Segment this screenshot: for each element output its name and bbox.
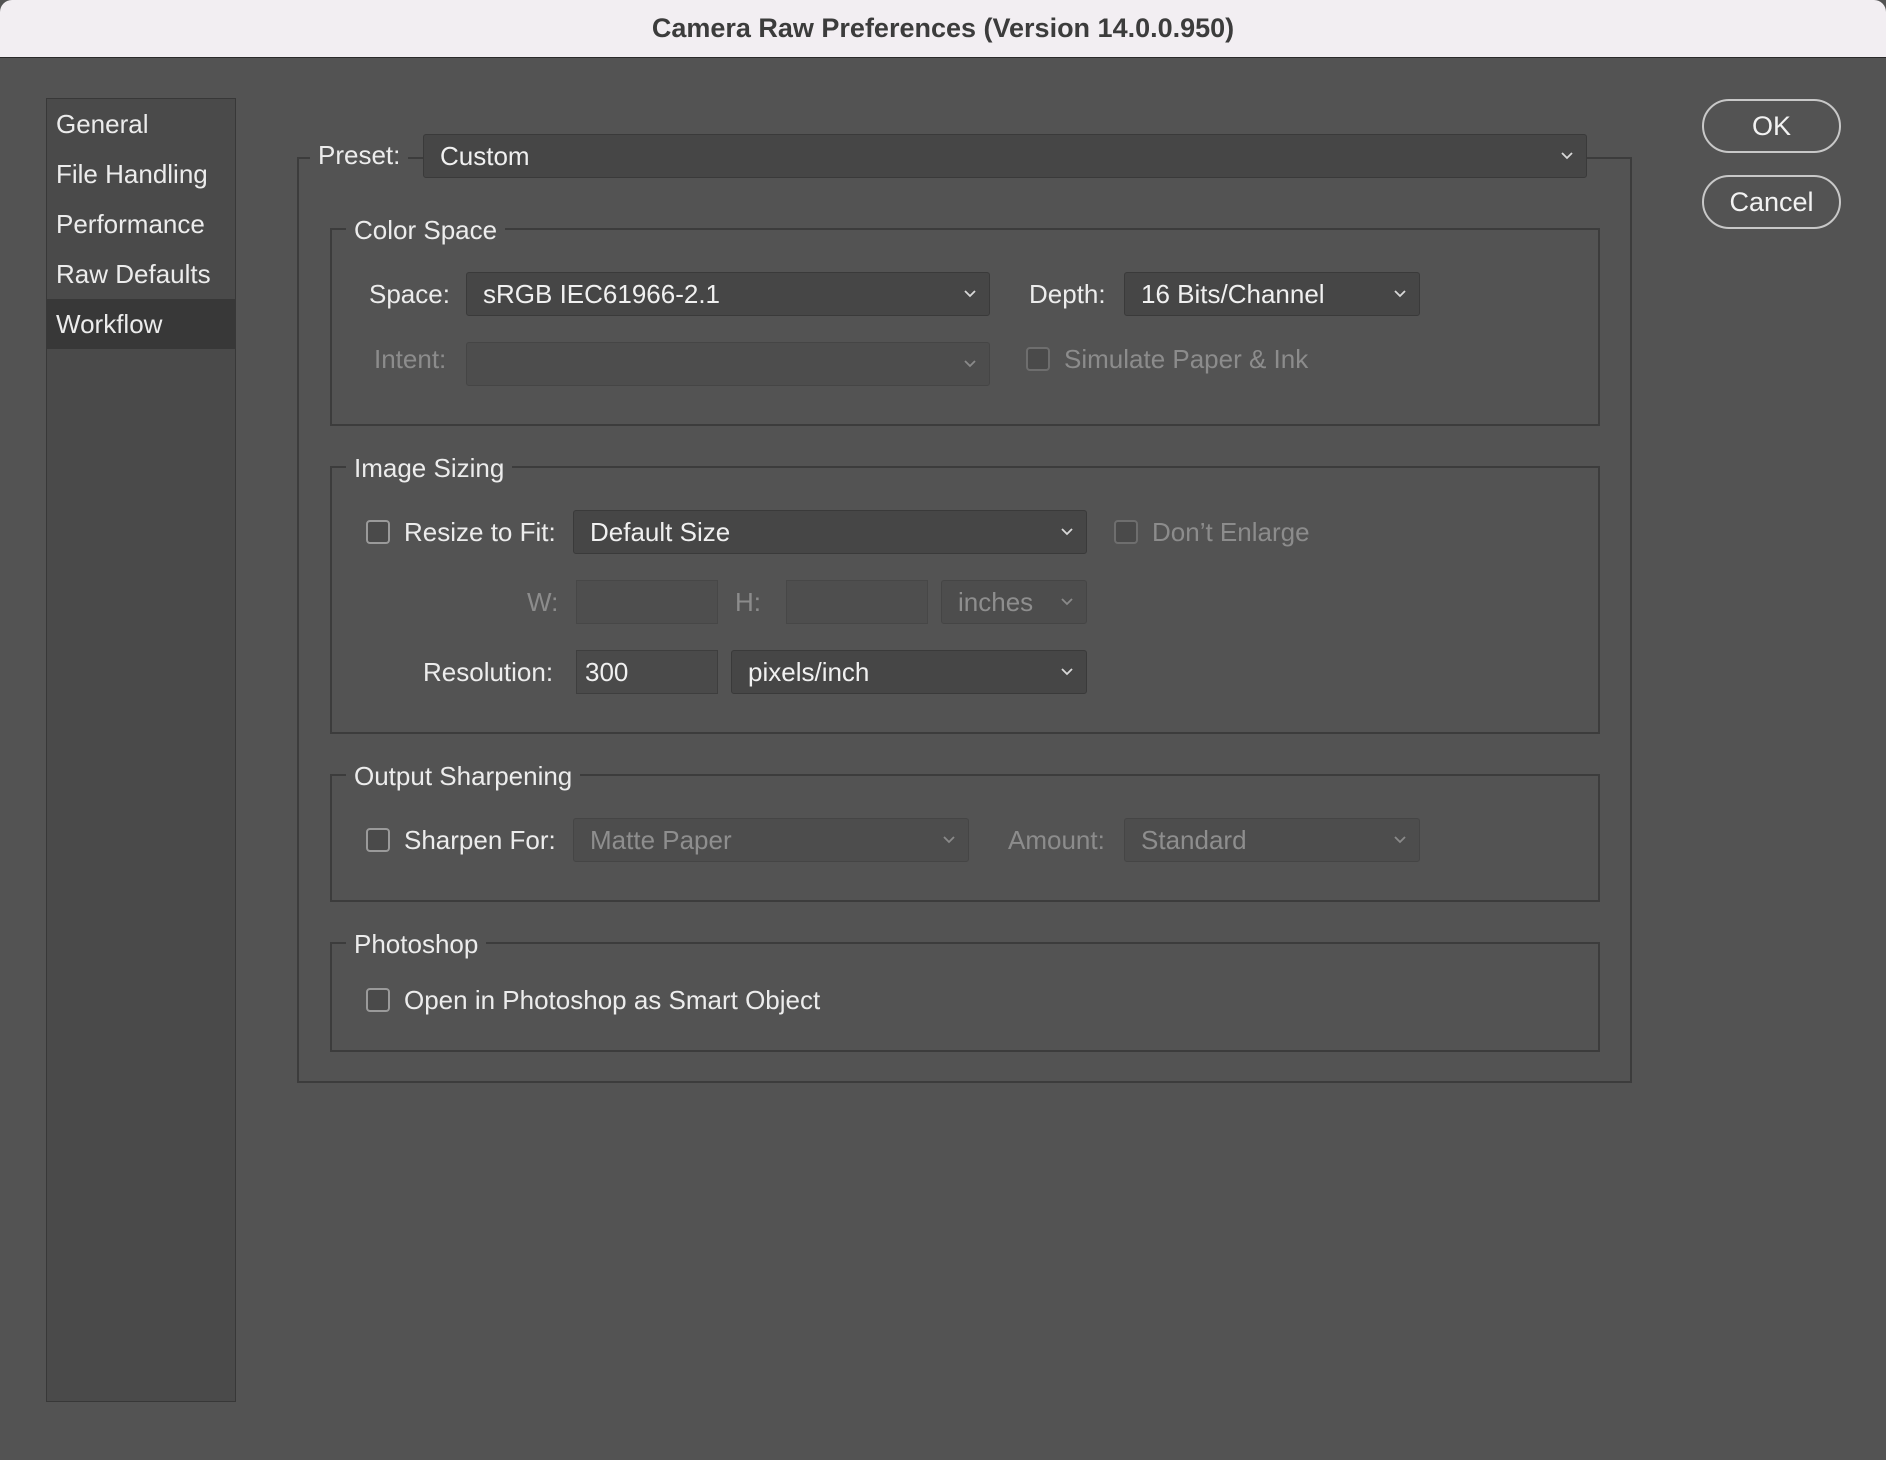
sharpen-for-value: Matte Paper xyxy=(590,825,732,855)
height-label: H: xyxy=(735,587,761,617)
intent-label: Intent: xyxy=(374,344,447,374)
sharpen-for-label: Sharpen For: xyxy=(404,825,556,855)
amount-label: Amount: xyxy=(1008,825,1105,855)
size-units-select[interactable]: inches xyxy=(941,580,1087,624)
window-titlebar: Camera Raw Preferences (Version 14.0.0.9… xyxy=(0,0,1886,58)
amount-value: Standard xyxy=(1141,825,1247,855)
preset-value: Custom xyxy=(440,141,530,171)
photoshop-title: Photoshop xyxy=(346,929,487,960)
chevron-down-icon xyxy=(1393,286,1407,300)
resize-to-fit-value: Default Size xyxy=(590,517,731,547)
preset-select[interactable]: Custom xyxy=(423,134,1587,178)
chevron-down-icon xyxy=(963,286,977,300)
resolution-units-select[interactable]: pixels/inch xyxy=(731,650,1087,694)
space-select[interactable]: sRGB IEC61966-2.1 xyxy=(466,272,990,316)
space-label: Space: xyxy=(369,279,450,309)
sidebar-item-raw-defaults[interactable]: Raw Defaults xyxy=(47,249,235,299)
resize-to-fit-select[interactable]: Default Size xyxy=(573,510,1087,554)
color-space-group xyxy=(330,228,1600,426)
image-sizing-title: Image Sizing xyxy=(346,453,513,484)
resolution-units-value: pixels/inch xyxy=(748,657,870,687)
dont-enlarge-checkbox[interactable] xyxy=(1114,520,1138,544)
amount-select[interactable]: Standard xyxy=(1124,818,1420,862)
resize-to-fit-label: Resize to Fit: xyxy=(404,517,556,547)
smart-object-label: Open in Photoshop as Smart Object xyxy=(404,985,821,1015)
cancel-button[interactable]: Cancel xyxy=(1702,175,1841,229)
dont-enlarge-label: Don’t Enlarge xyxy=(1152,517,1310,547)
chevron-down-icon xyxy=(942,832,956,846)
chevron-down-icon xyxy=(1060,524,1074,538)
depth-value: 16 Bits/Channel xyxy=(1141,279,1325,309)
color-space-title: Color Space xyxy=(346,215,506,246)
sidebar-item-performance[interactable]: Performance xyxy=(47,199,235,249)
space-value: sRGB IEC61966-2.1 xyxy=(483,279,721,309)
size-units-value: inches xyxy=(958,587,1034,617)
smart-object-checkbox[interactable] xyxy=(366,988,390,1012)
depth-label: Depth: xyxy=(1029,279,1106,309)
height-input[interactable] xyxy=(786,580,928,624)
window-title: Camera Raw Preferences (Version 14.0.0.9… xyxy=(651,13,1235,43)
depth-select[interactable]: 16 Bits/Channel xyxy=(1124,272,1420,316)
preferences-sidebar: General File Handling Performance Raw De… xyxy=(46,98,236,1402)
chevron-down-icon xyxy=(1393,832,1407,846)
simulate-paper-checkbox[interactable] xyxy=(1026,347,1050,371)
width-input[interactable] xyxy=(576,580,718,624)
chevron-down-icon xyxy=(1060,594,1074,608)
simulate-paper-label: Simulate Paper & Ink xyxy=(1064,344,1309,374)
width-label: W: xyxy=(527,587,559,617)
chevron-down-icon xyxy=(1060,664,1074,678)
sidebar-item-workflow[interactable]: Workflow xyxy=(47,299,235,349)
output-sharpening-title: Output Sharpening xyxy=(346,761,581,792)
chevron-down-icon xyxy=(1560,148,1574,162)
preset-label: Preset: xyxy=(310,140,409,171)
ok-button[interactable]: OK xyxy=(1702,99,1841,153)
sidebar-item-file-handling[interactable]: File Handling xyxy=(47,149,235,199)
resolution-input[interactable]: 300 xyxy=(576,650,718,694)
sidebar-item-general[interactable]: General xyxy=(47,99,235,149)
resolution-label: Resolution: xyxy=(423,657,554,687)
chevron-down-icon xyxy=(963,356,977,370)
sharpen-for-select[interactable]: Matte Paper xyxy=(573,818,969,862)
resize-to-fit-checkbox[interactable] xyxy=(366,520,390,544)
sharpen-for-checkbox[interactable] xyxy=(366,828,390,852)
intent-select[interactable] xyxy=(466,342,990,386)
